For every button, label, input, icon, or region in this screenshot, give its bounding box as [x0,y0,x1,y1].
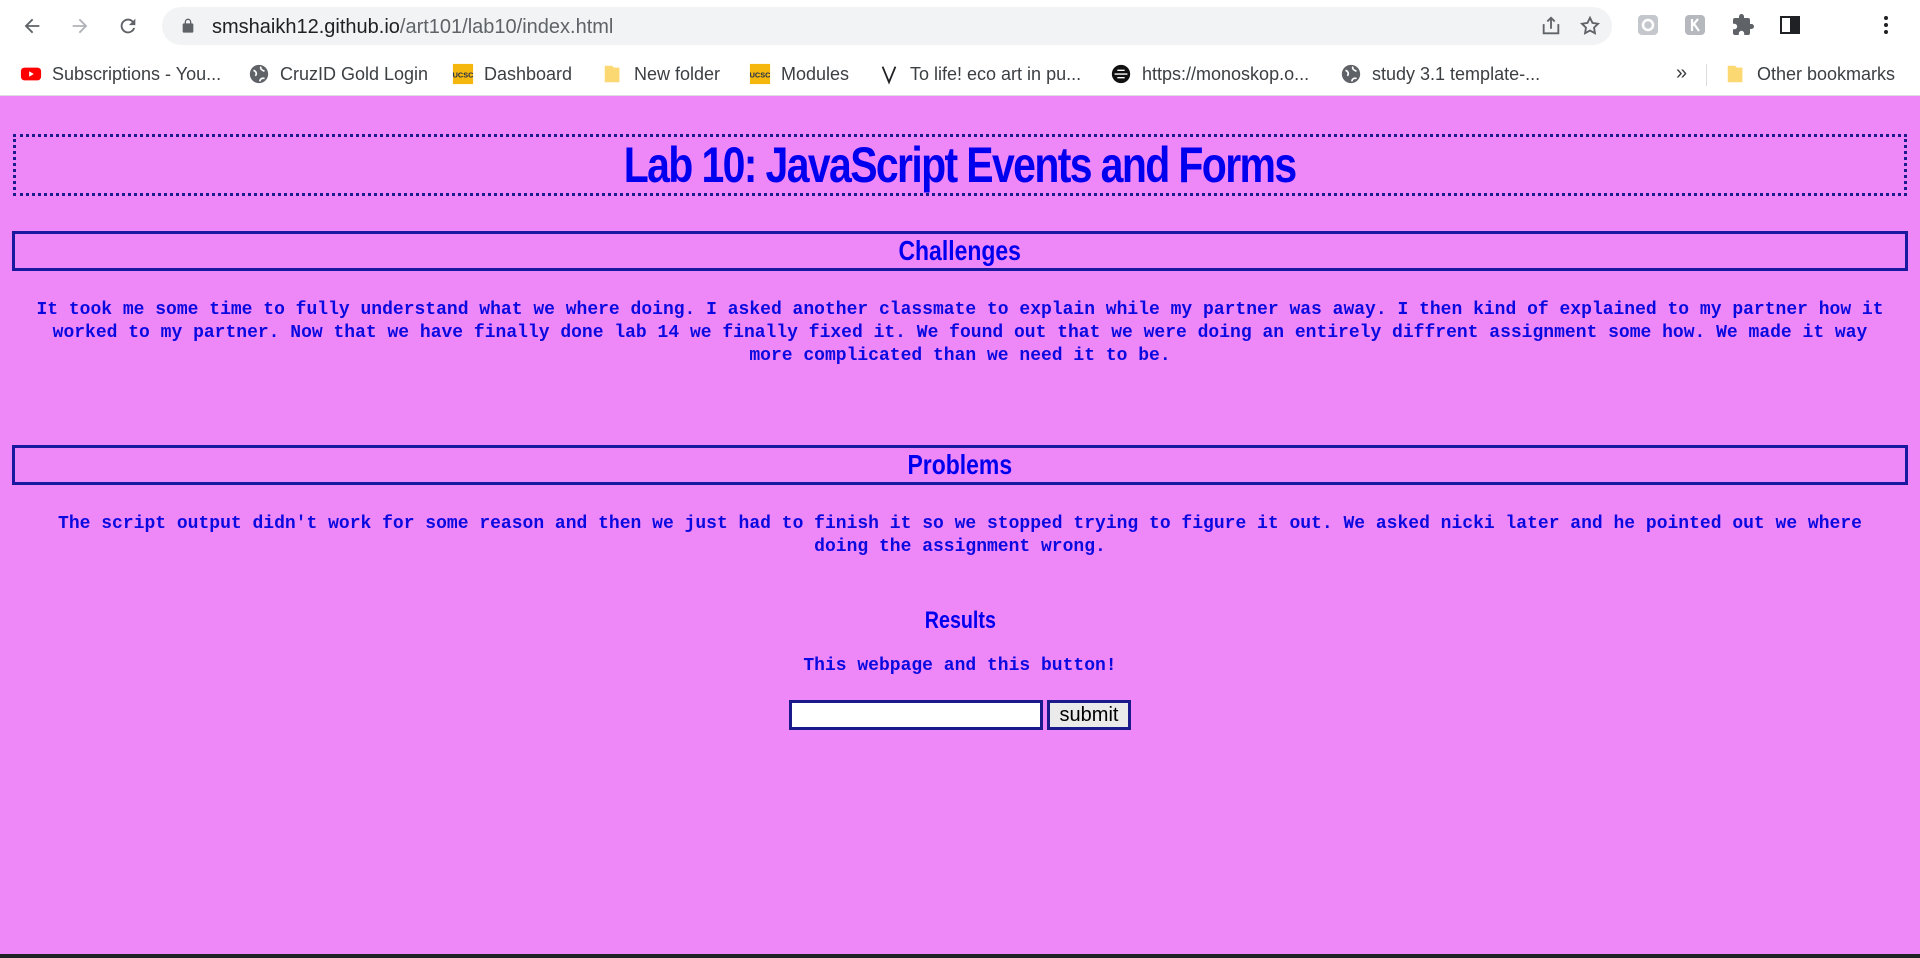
reload-icon [120,18,136,34]
v-icon [878,63,900,85]
bookmark-eco-art[interactable]: To life! eco art in pu... [878,60,1081,88]
back-arrow-icon [24,18,40,34]
globe-icon [248,63,270,85]
bookmarks-divider [1706,64,1707,86]
submit-button[interactable]: submit [1047,700,1131,730]
bookmark-label: Modules [781,63,850,84]
browser-menu-icon[interactable] [1873,12,1899,38]
lock-icon [182,18,194,33]
bookmark-label: To life! eco art in pu... [910,63,1082,84]
challenges-heading-box: Challenges [12,231,1908,271]
bookmark-label: New folder [634,63,721,84]
url-text: smshaikh12.github.io/art101/lab10/index.… [212,16,613,39]
text-input[interactable] [789,700,1043,730]
results-text: This webpage and this button! [803,656,1117,676]
forward-button[interactable] [64,10,96,42]
bookmark-label: https://monoskop.o... [1142,63,1310,84]
bookmark-cruzid[interactable]: CruzID Gold Login [248,60,428,88]
folder-icon [602,63,624,85]
globe-icon [1340,63,1362,85]
back-button[interactable] [16,10,48,42]
bookmark-label: Subscriptions - You... [52,63,222,84]
monoskop-icon [1110,63,1132,85]
web-page: Lab 10: JavaScript Events and Forms Chal… [0,97,1920,956]
share-icon[interactable] [1540,15,1562,37]
bookmarks-overflow-button[interactable]: » [1676,62,1687,85]
window-bottom-edge [0,954,1920,958]
problems-heading-box: Problems [12,445,1908,485]
extension-k-icon[interactable] [1682,12,1708,38]
bookmark-label: Dashboard [484,63,573,84]
side-panel-icon[interactable] [1777,12,1803,38]
page-title-box: Lab 10: JavaScript Events and Forms [13,134,1907,196]
folder-icon [1725,63,1747,85]
problems-heading: Problems [907,449,1013,480]
results-heading-text: Results [924,607,996,634]
youtube-icon [20,63,42,85]
forward-arrow-icon [72,18,88,34]
other-bookmarks-label: Other bookmarks [1757,63,1896,84]
bookmark-dashboard[interactable]: UCSC Dashboard [452,60,572,88]
extension-circle-icon[interactable] [1635,12,1661,38]
bookmark-study-template[interactable]: study 3.1 template-... [1340,60,1540,88]
other-bookmarks[interactable]: Other bookmarks [1725,60,1895,88]
bookmarks-bar: Subscriptions - You... CruzID Gold Login… [0,52,1920,96]
bookmark-monoskop[interactable]: https://monoskop.o... [1110,60,1309,88]
results-heading: Results [0,607,1920,635]
extensions-puzzle-icon[interactable] [1730,12,1756,38]
bookmark-label: study 3.1 template-... [1372,63,1541,84]
reload-button[interactable] [112,10,144,42]
svg-text:UCSC: UCSC [453,71,474,80]
ucsc-icon: UCSC [749,63,771,85]
challenges-heading: Challenges [898,235,1022,266]
url-path: /art101/lab10/index.html [399,16,614,38]
bookmark-star-icon[interactable] [1579,15,1601,37]
challenges-text: It took me some time to fully understand… [36,300,1884,366]
page-title: Lab 10: JavaScript Events and Forms [624,137,1297,193]
address-bar[interactable]: smshaikh12.github.io/art101/lab10/index.… [162,7,1612,45]
ucsc-icon: UCSC [452,63,474,85]
svg-text:UCSC: UCSC [750,71,771,80]
bookmark-modules[interactable]: UCSC Modules [749,60,849,88]
browser-toolbar: smshaikh12.github.io/art101/lab10/index.… [0,0,1920,52]
url-host: smshaikh12.github.io [212,16,400,38]
problems-text: The script output didn't work for some r… [58,514,1862,557]
bookmark-youtube[interactable]: Subscriptions - You... [20,60,221,88]
bookmark-label: CruzID Gold Login [280,63,429,84]
bookmark-new-folder[interactable]: New folder [602,60,720,88]
